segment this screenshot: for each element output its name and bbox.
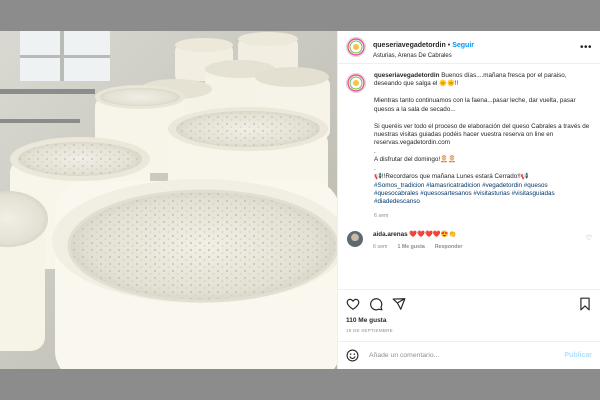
caption-username[interactable]: queseriavegadetordin [374,72,439,79]
caption-text: queseriavegadetordin Buenos días....maña… [374,72,592,220]
comments-area: queseriavegadetordin Buenos días....maña… [338,64,600,289]
bookmark-icon[interactable] [578,297,592,311]
caption-line: A disfrutar del domingo!🤶🤶 [374,156,456,164]
reply-meta: 6 sem 1 Me gusta Responder [373,244,586,251]
reply-text: ❤️❤️❤️❤️😍👏 [409,231,457,238]
post-photo[interactable] [0,31,337,369]
post-header: queseriavegadetordin • Seguir Asturias, Ar… [338,31,600,64]
brand-logo-icon [347,38,365,56]
caption-timestamp[interactable]: 6 sem [374,213,592,220]
cheese-molds-image [0,31,337,369]
reply-comment: aida.arenas ❤️❤️❤️❤️😍👏 6 sem 1 Me gusta … [346,231,592,251]
comment-icon[interactable] [369,297,383,311]
reply-username[interactable]: aida.arenas [373,231,408,238]
caption-line: Si queréis ver todo el proceso de elabor… [374,122,590,147]
action-bar [338,289,600,317]
hashtags[interactable]: #Somos_tradicion #lamasricatradicion #ve… [374,182,555,206]
profile-avatar[interactable] [346,37,366,57]
brand-logo-icon [347,74,365,92]
reply-avatar[interactable] [347,231,363,247]
reply-likes[interactable]: 1 Me gusta [397,244,424,251]
smile-icon[interactable] [346,349,359,362]
likes-count[interactable]: 110 Me gusta [338,317,600,324]
reply-button[interactable]: Responder [435,244,463,251]
caption-line: . [374,147,376,155]
header-username[interactable]: queseriavegadetordin [373,42,446,49]
caption-line: 📢!!Recordaros que mañana Lunes estará Ce… [374,173,529,181]
more-options-icon[interactable]: ••• [580,42,592,53]
comment-like-heart-icon[interactable]: ♡ [586,234,592,242]
caption-line: . [374,164,376,172]
heart-icon[interactable] [346,297,360,311]
share-icon[interactable] [392,297,406,311]
add-comment-bar: Publicar [338,341,600,369]
post-side-panel: queseriavegadetordin • Seguir Asturias, Ar… [337,31,600,369]
post-comment-button[interactable]: Publicar [564,352,592,359]
comment-input[interactable] [369,352,565,359]
caption-comment: queseriavegadetordin Buenos días....maña… [346,72,592,220]
post-modal: queseriavegadetordin • Seguir Asturias, Ar… [0,31,600,369]
post-date[interactable]: 19 DE SEPTIEMBRE [338,324,600,341]
location-link[interactable]: Asturias, Arenas De Cabrales [373,53,576,60]
follow-button[interactable]: Seguir [452,42,474,49]
separator-dot: • [447,42,451,50]
caption-avatar[interactable] [346,73,366,93]
caption-line: Mientras tanto continuamos con la faena.… [374,97,576,113]
reply-timestamp[interactable]: 6 sem [373,244,387,251]
